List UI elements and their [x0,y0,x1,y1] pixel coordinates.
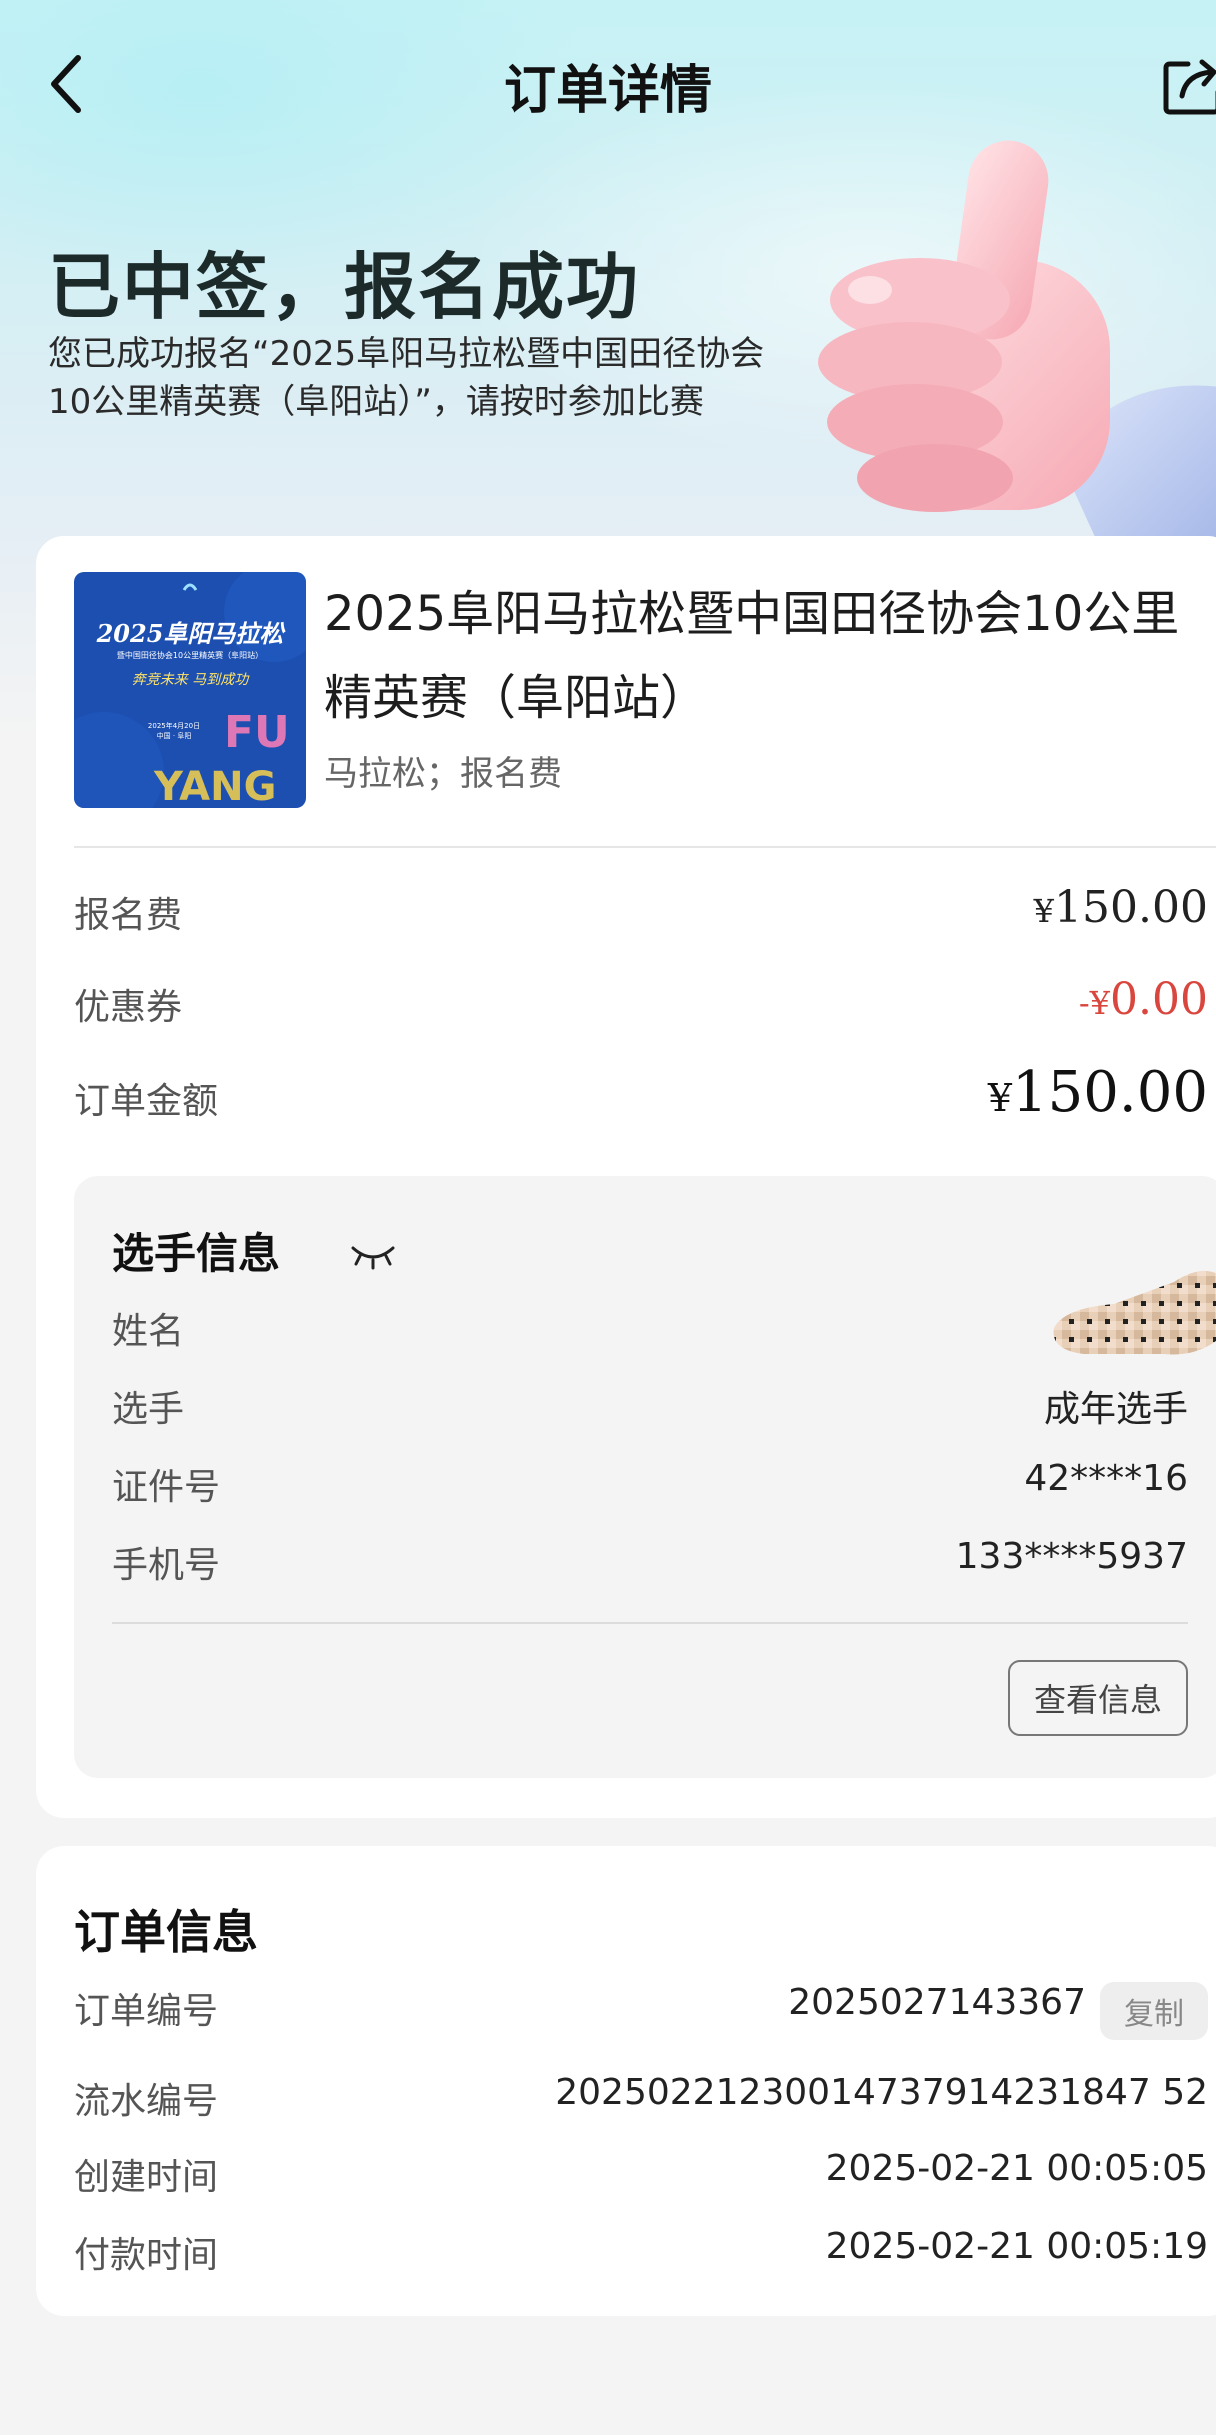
thumbs-up-illustration [818,140,1216,570]
poster-place: 中国 · 阜阳 [157,731,192,740]
event-tags: 马拉松；报名费 [324,754,562,794]
poster-slogan: 奔竞未来 马到成功 [132,672,250,688]
order-info-title: 订单信息 [74,1905,258,1959]
coupon-label: 优惠券 [74,987,183,1028]
serial-number-value: 20250221230014737914231847 52 [555,2072,1208,2113]
status-description: 您已成功报名“2025阜阳马拉松暨中国田径协会10公里精英赛（阜阳站）”，请按时… [48,334,765,422]
created-time-value: 2025-02-21 00:05:05 [825,2148,1208,2189]
order-number-value: 2025027143367 [788,1982,1086,2023]
created-time-label: 创建时间 [74,2157,219,2198]
fee-label: 报名费 [74,895,183,936]
player-info-panel: 选手信息 姓名 选手 成年选手 证件号 42****16 手机号 133****… [74,1176,1216,1778]
poster-subtitle: 暨中国田径协会10公里精英赛（阜阳站） [117,650,263,660]
order-card: 2025阜阳马拉松 暨中国田径协会10公里精英赛（阜阳站） 奔竞未来 马到成功 … [36,536,1216,1818]
status-title: 已中签，报名成功 [48,245,641,329]
eye-closed-icon[interactable] [350,1240,396,1270]
divider [112,1622,1188,1624]
share-icon[interactable] [1162,56,1216,116]
copy-button[interactable]: 复制 [1100,1982,1208,2040]
paid-time-label: 付款时间 [74,2235,219,2276]
player-type-value: 成年选手 [1043,1389,1188,1430]
id-number-value: 42****16 [1024,1458,1188,1499]
poster-title: 2025阜阳马拉松 [96,619,287,648]
serial-number-label: 流水编号 [74,2081,219,2122]
order-number-label: 订单编号 [74,1991,219,2032]
name-mosaic [1053,1271,1216,1355]
phone-label: 手机号 [112,1545,221,1586]
player-type-label: 选手 [112,1389,185,1430]
phone-value: 133****5937 [955,1536,1188,1577]
svg-text:FU: FU [224,707,290,758]
poster-date: 2025年4月20日 [148,721,200,730]
coupon-value: -¥0.00 [1078,974,1208,1025]
paid-time-value: 2025-02-21 00:05:19 [825,2226,1208,2267]
event-poster[interactable]: 2025阜阳马拉松 暨中国田径协会10公里精英赛（阜阳站） 奔竞未来 马到成功 … [74,572,306,808]
fee-value: ¥150.00 [1033,882,1208,933]
total-value: ¥150.00 [987,1060,1208,1125]
svg-text:YANG: YANG [153,764,276,808]
name-label: 姓名 [112,1311,185,1352]
event-title[interactable]: 2025阜阳马拉松暨中国田径协会10公里精英赛（阜阳站） [324,572,1214,740]
id-number-label: 证件号 [112,1467,221,1508]
order-info-card: 订单信息 订单编号 2025027143367 复制 流水编号 20250221… [36,1846,1216,2316]
page-title: 订单详情 [503,61,712,121]
player-info-title: 选手信息 [112,1229,281,1278]
total-label: 订单金额 [74,1081,219,1122]
divider [74,846,1216,848]
view-info-button[interactable]: 查看信息 [1008,1660,1188,1736]
